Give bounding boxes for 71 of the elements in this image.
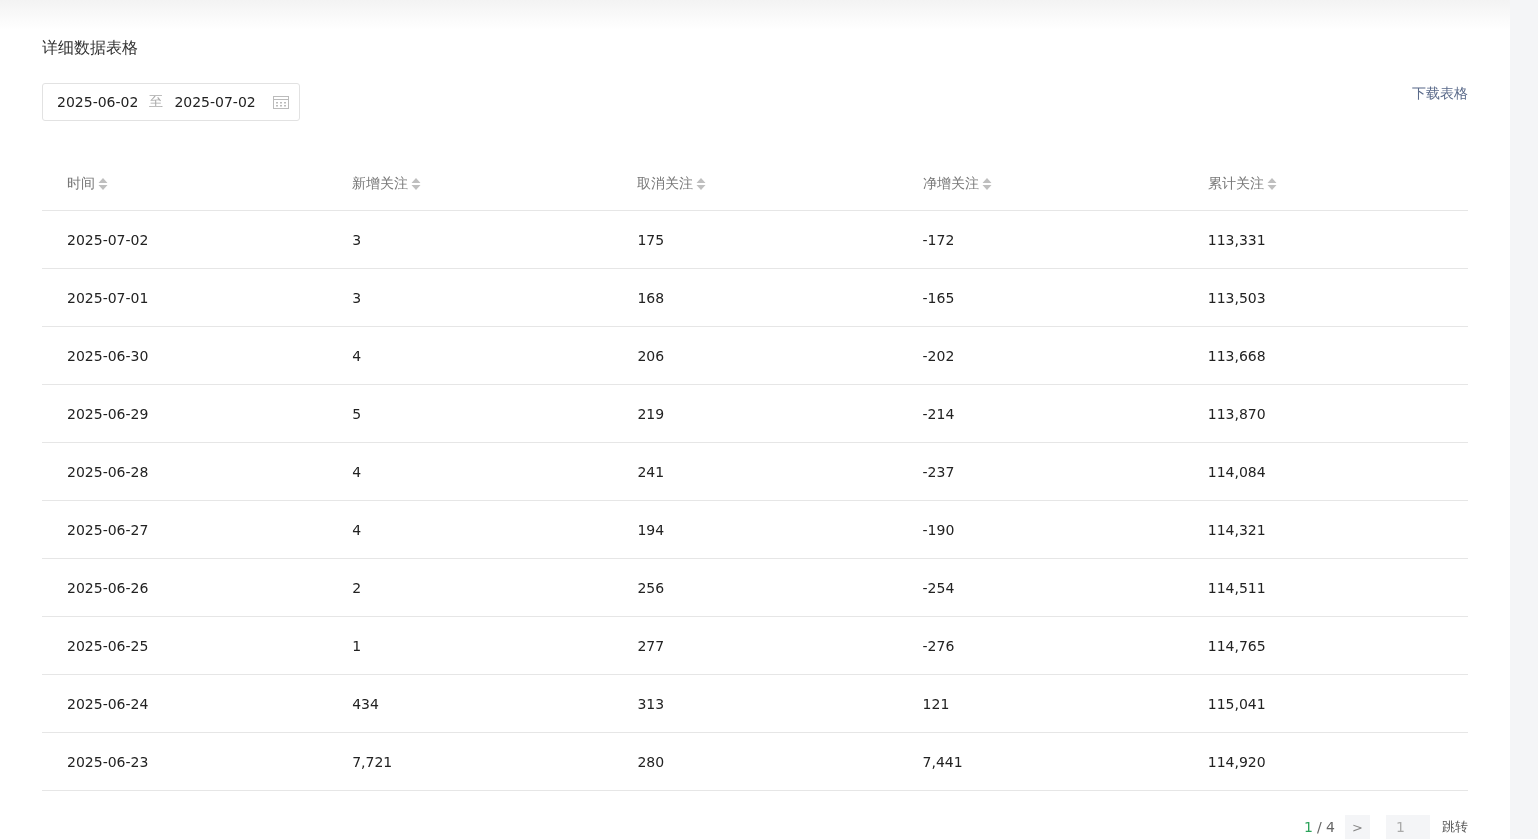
table-cell: 7,721 <box>352 753 393 770</box>
calendar-icon <box>273 95 289 109</box>
table-cell: 3 <box>352 231 362 248</box>
range-separator: 至 <box>149 93 164 111</box>
table-cell: 114,765 <box>1207 637 1266 654</box>
sort-icon[interactable] <box>411 177 422 191</box>
table-cell: -202 <box>922 347 955 364</box>
sort-icon[interactable] <box>981 177 992 191</box>
table-cell: 277 <box>637 637 665 654</box>
end-date: 2025-07-02 <box>174 94 256 110</box>
column-header: 累计关注 <box>1207 175 1264 193</box>
table-cell: 206 <box>637 347 665 364</box>
column-header: 取消关注 <box>637 175 694 193</box>
sort-icon[interactable] <box>696 177 707 191</box>
table-cell: -172 <box>922 231 955 248</box>
table-cell: 113,870 <box>1207 405 1266 422</box>
table-cell: 434 <box>352 695 379 712</box>
table-cell: 3 <box>352 289 362 306</box>
table-cell: 168 <box>637 289 665 306</box>
table-cell: -254 <box>922 579 955 596</box>
table-cell: 4 <box>352 521 362 538</box>
table-cell: -214 <box>922 405 955 422</box>
table-cell: 2025-06-23 <box>67 753 149 770</box>
table-cell: 113,668 <box>1207 347 1266 364</box>
table-cell: 2025-07-02 <box>67 231 149 248</box>
start-date: 2025-06-02 <box>57 94 139 110</box>
sort-icon[interactable] <box>98 177 108 191</box>
table-cell: 2025-06-27 <box>67 521 149 538</box>
page-jump-field[interactable]: 1 <box>1386 815 1430 839</box>
table-cell: 115,041 <box>1207 695 1266 712</box>
table-cell: 114,920 <box>1207 753 1266 770</box>
table-cell: 2025-06-25 <box>67 637 149 654</box>
column-header: 新增关注 <box>352 175 409 193</box>
table-cell: 113,331 <box>1207 231 1266 248</box>
jump-button[interactable]: 跳转 <box>1434 818 1468 836</box>
table-cell: -237 <box>922 463 955 480</box>
date-range-picker[interactable]: 2025-06-02 至 2025-07-02 <box>42 83 300 121</box>
table-cell: 2025-06-24 <box>67 695 149 712</box>
table-cell: 121 <box>922 695 950 712</box>
table-cell: -165 <box>922 289 955 306</box>
table-cell: 313 <box>637 695 665 712</box>
table-cell: 4 <box>352 463 362 480</box>
download-table-link[interactable]: 下载表格 <box>1412 85 1468 103</box>
table-cell: 114,084 <box>1207 463 1266 480</box>
table-cell: 113,503 <box>1207 289 1266 306</box>
sort-icon[interactable] <box>1266 177 1277 191</box>
table-cell: 2025-06-30 <box>67 347 149 364</box>
table-cell: -276 <box>922 637 955 654</box>
table-cell: 175 <box>637 231 665 248</box>
table-cell: 219 <box>637 405 665 422</box>
section-title: 详细数据表格 <box>42 37 139 59</box>
column-header: 时间 <box>67 175 95 193</box>
table-cell: 4 <box>352 347 362 364</box>
table-cell: 114,321 <box>1207 521 1266 538</box>
table-cell: 2025-06-26 <box>67 579 149 596</box>
table-cell: 280 <box>637 753 665 770</box>
table-cell: 7,441 <box>922 753 963 770</box>
table-cell: 114,511 <box>1207 579 1266 596</box>
table-cell: 5 <box>352 405 362 422</box>
current-page: 1 <box>1304 819 1313 835</box>
table-cell: 241 <box>637 463 665 480</box>
table-cell: 2 <box>352 579 362 596</box>
total-pages: / 4 <box>1316 819 1335 835</box>
table-cell: 256 <box>637 579 665 596</box>
table-cell: 194 <box>637 521 665 538</box>
table-cell: 1 <box>352 637 362 654</box>
table-cell: 2025-07-01 <box>67 289 149 306</box>
table-cell: -190 <box>922 521 955 538</box>
column-header: 净增关注 <box>922 175 979 193</box>
table-cell: 2025-06-28 <box>67 463 149 480</box>
table-cell: 2025-06-29 <box>67 405 149 422</box>
